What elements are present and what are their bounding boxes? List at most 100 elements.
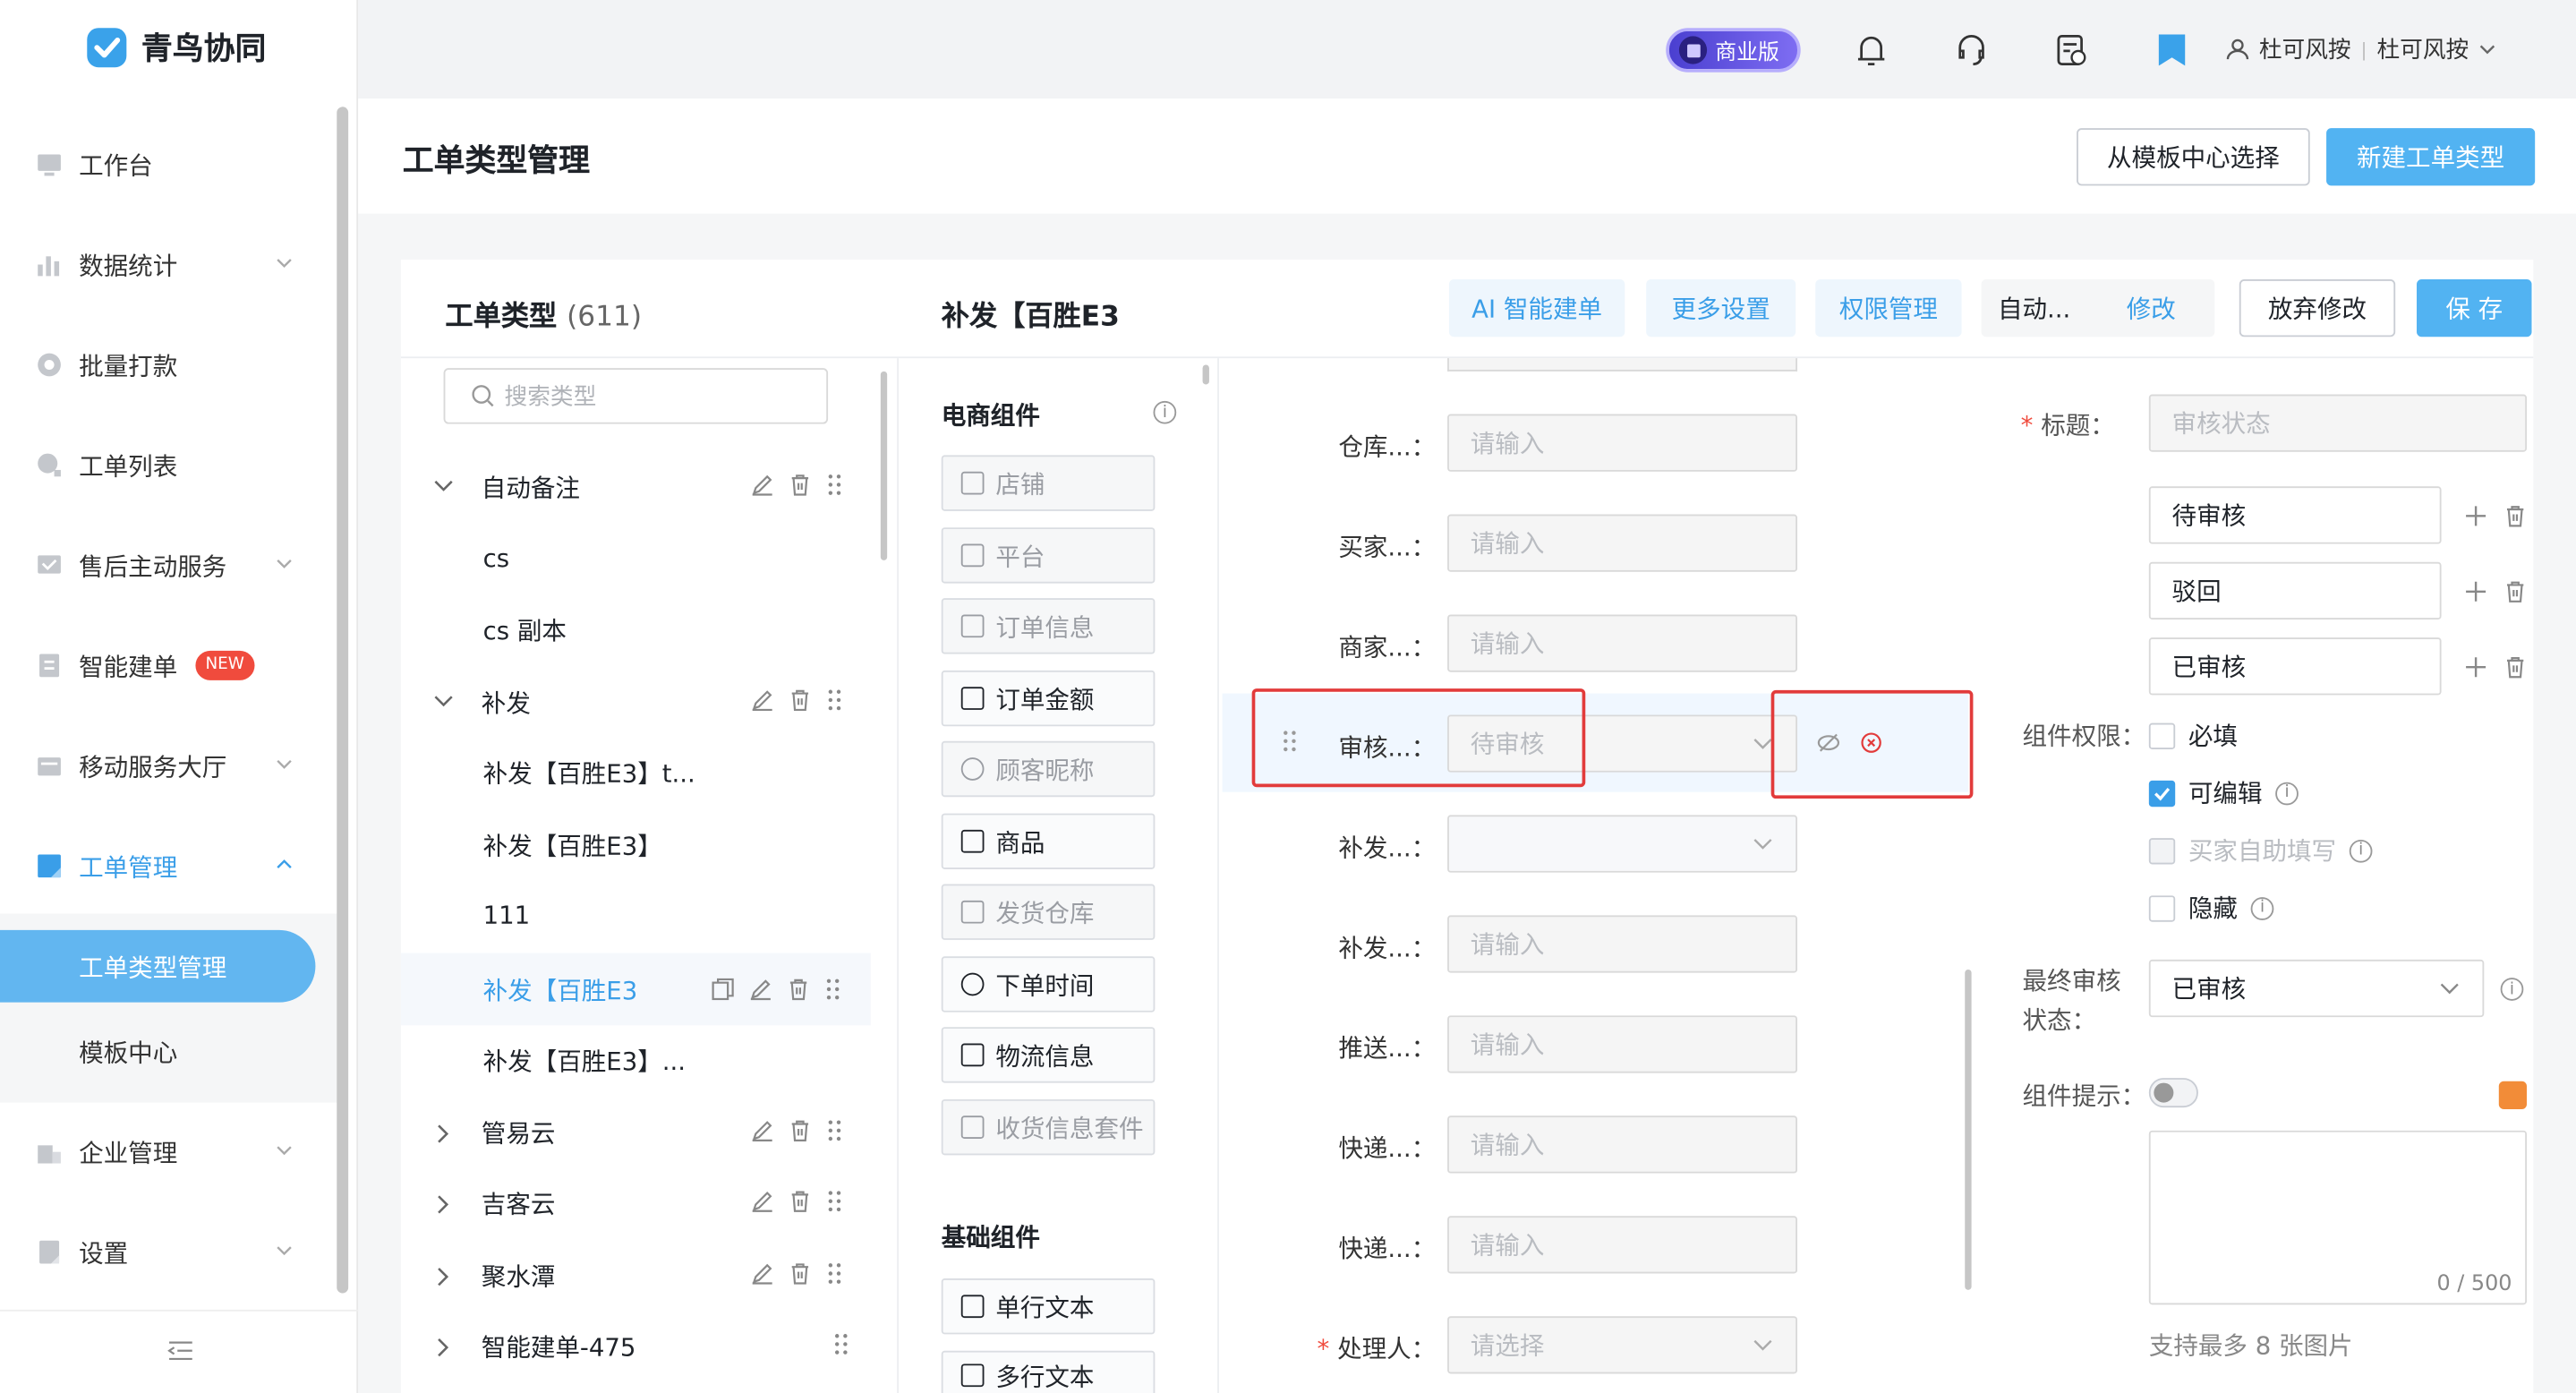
- type-list-scrollbar[interactable]: [880, 371, 888, 560]
- sidebar-item-enterprise[interactable]: 企业管理: [0, 1119, 337, 1184]
- delete-icon[interactable]: [789, 1262, 812, 1286]
- delete-icon[interactable]: [787, 978, 810, 1001]
- field-select[interactable]: 请选择: [1447, 1316, 1798, 1374]
- tree-group[interactable]: 自动备注: [401, 454, 871, 519]
- sidebar-item-smart-create[interactable]: 智能建单 NEW: [0, 633, 337, 698]
- new-ticket-type-button[interactable]: 新建工单类型: [2326, 128, 2536, 186]
- hint-textarea[interactable]: 0 / 500: [2148, 1130, 2527, 1305]
- edit-icon[interactable]: [751, 1262, 774, 1286]
- final-status-select[interactable]: 已审核: [2148, 959, 2485, 1018]
- delete-icon[interactable]: [2503, 655, 2527, 679]
- tree-group[interactable]: 智能建单-475: [401, 1313, 871, 1379]
- field-select[interactable]: [1447, 815, 1798, 873]
- sidebar-item-template-center[interactable]: 模板中心: [0, 1019, 337, 1084]
- tree-item[interactable]: cs 副本: [401, 596, 871, 662]
- bell-icon[interactable]: [1855, 33, 1888, 69]
- delete-icon[interactable]: [789, 474, 812, 497]
- headset-icon[interactable]: [1955, 33, 1988, 69]
- drag-handle-icon[interactable]: [824, 978, 840, 1001]
- hidden-checkbox[interactable]: 隐藏 i: [2148, 891, 2274, 926]
- component-product[interactable]: 商品: [941, 813, 1156, 869]
- sidebar-item-ticket-management[interactable]: 工单管理: [0, 833, 337, 899]
- tree-item-selected[interactable]: 补发【百胜E3: [400, 953, 871, 1026]
- user-menu[interactable]: 杜可风按 | 杜可风按: [2226, 33, 2495, 66]
- component-shop[interactable]: 店铺: [941, 455, 1156, 511]
- template-center-button[interactable]: 从模板中心选择: [2077, 128, 2310, 186]
- delete-icon[interactable]: [789, 1119, 812, 1142]
- field-input[interactable]: 请输入: [1447, 1015, 1798, 1073]
- edition-badge[interactable]: 商业版: [1666, 28, 1801, 73]
- field-input[interactable]: 请输入: [1447, 514, 1798, 572]
- component-single-text[interactable]: 单行文本: [941, 1278, 1156, 1335]
- title-input[interactable]: 审核状态: [2148, 394, 2527, 452]
- collapse-icon[interactable]: [167, 1339, 193, 1363]
- add-icon[interactable]: [2464, 655, 2487, 679]
- component-order-amount[interactable]: 订单金额: [941, 670, 1156, 727]
- tree-item[interactable]: 补发【百胜E3】...: [401, 1027, 871, 1092]
- sidebar-item-ticket-list[interactable]: 工单列表: [0, 432, 337, 498]
- hint-toggle[interactable]: [2148, 1078, 2198, 1108]
- form-scrollbar[interactable]: [1965, 969, 1972, 1290]
- copy-icon[interactable]: [712, 978, 735, 1001]
- sidebar-item-ticket-type-management[interactable]: 工单类型管理: [0, 929, 316, 1003]
- component-order-info[interactable]: 订单信息: [941, 598, 1156, 654]
- info-icon[interactable]: i: [2349, 839, 2373, 862]
- permission-button[interactable]: 权限管理: [1815, 279, 1962, 338]
- edit-icon[interactable]: [749, 978, 772, 1001]
- sidebar-item-workbench[interactable]: 工作台: [0, 132, 337, 197]
- field-input[interactable]: 请输入: [1447, 414, 1798, 472]
- delete-icon[interactable]: [789, 1190, 812, 1213]
- tree-item[interactable]: cs: [401, 526, 871, 591]
- bookmark-icon[interactable]: [2155, 33, 2188, 69]
- drag-handle-icon[interactable]: [833, 1333, 849, 1356]
- component-logistics[interactable]: 物流信息: [941, 1027, 1156, 1083]
- modify-link[interactable]: 修改: [2127, 291, 2176, 326]
- ai-create-button[interactable]: AI 智能建单: [1448, 279, 1625, 338]
- editable-checkbox[interactable]: 可编辑 i: [2148, 775, 2299, 810]
- color-picker-swatch[interactable]: [2498, 1081, 2527, 1109]
- save-button[interactable]: 保 存: [2417, 279, 2532, 338]
- component-multi-text[interactable]: 多行文本: [941, 1350, 1156, 1393]
- component-receiver-kit[interactable]: 收货信息套件: [941, 1098, 1156, 1156]
- component-scrollbar[interactable]: [1202, 364, 1209, 385]
- add-icon[interactable]: [2464, 580, 2487, 603]
- option-input[interactable]: 驳回: [2148, 561, 2442, 620]
- drag-handle-icon[interactable]: [826, 474, 842, 497]
- edit-icon[interactable]: [751, 688, 774, 712]
- sidebar-item-mobile-hall[interactable]: 移动服务大厅: [0, 733, 337, 799]
- field-input[interactable]: 请输入: [1447, 915, 1798, 973]
- drag-handle-icon[interactable]: [826, 1119, 842, 1142]
- discard-button[interactable]: 放弃修改: [2239, 279, 2396, 338]
- tree-item[interactable]: 补发【百胜E3】t...: [401, 739, 871, 805]
- edit-icon[interactable]: [751, 474, 774, 497]
- sidebar-item-batch-payment[interactable]: 批量打款: [0, 332, 337, 397]
- tree-item[interactable]: 补发【百胜E3】: [401, 812, 871, 877]
- sidebar-item-aftersales[interactable]: 售后主动服务: [0, 533, 337, 598]
- delete-icon[interactable]: [2503, 504, 2527, 527]
- component-order-time[interactable]: 下单时间: [941, 956, 1156, 1013]
- required-checkbox[interactable]: 必填: [2148, 718, 2238, 753]
- field-input[interactable]: 请输入: [1447, 614, 1798, 672]
- field-input[interactable]: 请输入: [1447, 1115, 1798, 1174]
- info-icon[interactable]: i: [2500, 978, 2524, 1001]
- drag-handle-icon[interactable]: [826, 688, 842, 712]
- buyer-fill-checkbox[interactable]: 买家自助填写 i: [2148, 833, 2373, 868]
- type-search-input[interactable]: 搜索类型: [443, 368, 829, 424]
- sidebar-item-settings[interactable]: 设置: [0, 1219, 337, 1285]
- task-icon[interactable]: [2055, 33, 2088, 69]
- option-input[interactable]: 待审核: [2148, 486, 2442, 544]
- drag-handle-icon[interactable]: [826, 1190, 842, 1213]
- drag-handle-icon[interactable]: [826, 1262, 842, 1286]
- component-customer-nickname[interactable]: 顾客昵称: [941, 740, 1156, 798]
- component-platform[interactable]: 平台: [941, 527, 1156, 584]
- more-settings-button[interactable]: 更多设置: [1646, 279, 1796, 338]
- info-icon[interactable]: i: [2275, 781, 2299, 805]
- sidebar-item-statistics[interactable]: 数据统计: [0, 232, 337, 297]
- tree-group[interactable]: 管易云: [401, 1099, 871, 1165]
- info-icon[interactable]: i: [1153, 400, 1177, 424]
- tree-item[interactable]: 111: [401, 883, 871, 948]
- sidebar-scrollbar[interactable]: [337, 107, 349, 1294]
- tree-group[interactable]: 聚水潭: [401, 1243, 871, 1308]
- edit-icon[interactable]: [751, 1190, 774, 1213]
- delete-icon[interactable]: [789, 688, 812, 712]
